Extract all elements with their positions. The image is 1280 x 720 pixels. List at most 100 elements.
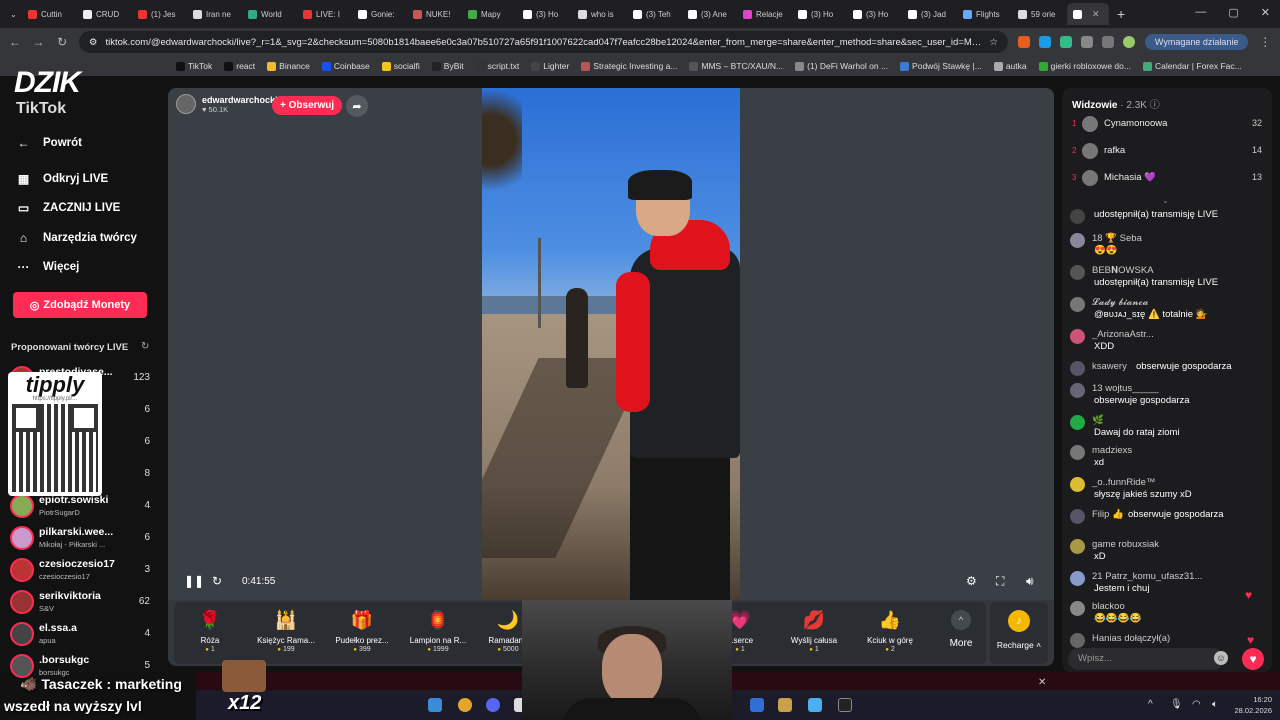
gift-item[interactable]: 👍 Kciuk w górę2 bbox=[854, 608, 926, 660]
refresh-icon[interactable]: ↻ bbox=[141, 341, 149, 352]
bookmark-item[interactable]: autka bbox=[993, 61, 1027, 71]
browser-tab[interactable]: World bbox=[242, 3, 297, 25]
suggested-creator[interactable]: czesioczesio17 czesioczesio17 3 bbox=[10, 556, 156, 584]
top-viewer-row[interactable]: 3 Michasia 💜 13 bbox=[1070, 170, 1264, 190]
browser-tab[interactable]: who is bbox=[572, 3, 627, 25]
settings-gear-icon[interactable]: ⚙ bbox=[966, 574, 977, 588]
chat-username[interactable]: 𝓛𝓪𝓭𝔂 𝓫𝓲𝓪𝓷𝓬𝓪 bbox=[1092, 297, 1148, 308]
microphone-icon[interactable]: 🎙︎ bbox=[1170, 699, 1183, 710]
chat-input[interactable]: Wpisz... bbox=[1068, 648, 1224, 670]
tab-list-button[interactable]: ⌄ bbox=[4, 3, 22, 25]
browser-tab[interactable]: (1) Jes bbox=[132, 3, 187, 25]
bookmark-item[interactable]: socialfi bbox=[381, 61, 420, 71]
browser-tab[interactable]: CRUD bbox=[77, 3, 132, 25]
url-text[interactable]: tiktok.com/@edwardwarchocki/live?_r=1&_s… bbox=[105, 37, 981, 48]
bookmark-item[interactable]: (1) DeFi Warhol on ... bbox=[795, 61, 888, 71]
bookmark-item[interactable]: gierki robloxowe do... bbox=[1038, 61, 1131, 71]
chat-username[interactable]: BEB𝐍OWSKA bbox=[1092, 265, 1154, 276]
bookmark-item[interactable]: ByBit bbox=[431, 61, 464, 71]
bookmark-item[interactable]: Coinbase bbox=[321, 61, 370, 71]
browser-tab[interactable]: Flights bbox=[957, 3, 1012, 25]
puzzle-icon[interactable] bbox=[1080, 36, 1093, 48]
clock[interactable]: 16:20 28.02.2026 bbox=[1234, 694, 1272, 716]
nav-item-creator-tools[interactable]: ⌂ Narzędzia twórcy bbox=[16, 231, 137, 245]
share-icon[interactable]: ➦ bbox=[346, 95, 368, 117]
required-action-button[interactable]: Wymagane działanie bbox=[1144, 34, 1249, 50]
browser-tab[interactable]: (3) Ane bbox=[682, 3, 737, 25]
bookmark-item[interactable]: Binance bbox=[267, 61, 310, 71]
refresh-stream-icon[interactable]: ↻ bbox=[212, 574, 222, 588]
recharge-button[interactable]: ♪ Recharge ˄ bbox=[990, 602, 1048, 664]
browser-tab[interactable]: Gonie: bbox=[352, 3, 407, 25]
chat-username[interactable]: Filip 👍 bbox=[1092, 509, 1124, 520]
top-viewer-row[interactable]: 2 rafka 14 bbox=[1070, 143, 1264, 163]
windows-start-icon[interactable] bbox=[428, 698, 442, 712]
gift-item[interactable]: 🏮 Lampion na R...1999 bbox=[402, 608, 474, 660]
pause-icon[interactable]: ❚❚ bbox=[184, 574, 204, 588]
viewers-heading[interactable]: Widzowie · 2.3K ⓘ bbox=[1072, 96, 1160, 111]
chat-username[interactable]: _o..funnRide™ bbox=[1092, 477, 1155, 488]
chat-username[interactable]: 🌿 bbox=[1092, 415, 1104, 426]
forward-arrow-icon[interactable]: → bbox=[32, 35, 46, 49]
chat-username[interactable]: 21 Patrz_komu_ufasz31... bbox=[1092, 571, 1202, 582]
browser-tab[interactable]: (3) Teh bbox=[627, 3, 682, 25]
notepad-icon[interactable] bbox=[808, 698, 822, 712]
more-gifts-button[interactable]: ^ More bbox=[936, 610, 986, 649]
browser-tab[interactable]: (3) Ho bbox=[847, 3, 902, 25]
browser-tab[interactable]: (3) Ho bbox=[792, 3, 847, 25]
bookmark-item[interactable]: script.txt bbox=[475, 61, 519, 71]
get-coins-button[interactable]: ◎ Zdobądź Monety bbox=[13, 292, 147, 318]
browser-tab[interactable]: Mapy bbox=[462, 3, 517, 25]
host-avatar[interactable] bbox=[176, 94, 196, 114]
chat-username[interactable]: Hanias dołączył(a) bbox=[1092, 633, 1170, 644]
nav-item-discover-live[interactable]: ▦ Odkryj LIVE bbox=[16, 172, 108, 186]
site-info-icon[interactable]: ⚙ bbox=[89, 37, 98, 48]
extension-icon[interactable] bbox=[1059, 36, 1072, 48]
info-icon[interactable]: ⓘ bbox=[1150, 100, 1160, 111]
extension-icon[interactable] bbox=[1017, 36, 1030, 48]
gift-item[interactable]: 🎁 Pudełko prez...399 bbox=[326, 608, 398, 660]
suggested-creator[interactable]: epiotr.sowiski PiotrSugarD 4 bbox=[10, 492, 156, 520]
chat-username[interactable]: _ArizonaAstr... bbox=[1092, 329, 1154, 340]
terminal-icon[interactable] bbox=[838, 698, 852, 712]
bookmark-item[interactable]: Calendar | Forex Fac... bbox=[1142, 61, 1242, 71]
chat-username[interactable]: 18 🏆 Seba bbox=[1092, 233, 1142, 244]
host-info[interactable]: edwardwarchocki ♥ 50.1K bbox=[176, 94, 278, 114]
app-icon[interactable] bbox=[778, 698, 792, 712]
browser-tab[interactable]: Iran ne bbox=[187, 3, 242, 25]
bookmark-item[interactable]: Podwój Stawkę |... bbox=[900, 61, 982, 71]
suggested-creator[interactable]: pilkarski.wee... Mikołaj - Piłkarski ... 6 bbox=[10, 524, 156, 552]
chat-username[interactable]: blackoo bbox=[1092, 601, 1125, 612]
browser-tab[interactable]: NUKE! bbox=[407, 3, 462, 25]
browser-tab[interactable]: LIVE: I bbox=[297, 3, 352, 25]
chat-username[interactable]: game robuxsiak bbox=[1092, 539, 1159, 550]
follow-button[interactable]: + Obserwuj bbox=[272, 96, 343, 115]
tiktok-logo[interactable]: TikTok bbox=[16, 100, 66, 118]
chat-username[interactable]: madziexs bbox=[1092, 445, 1132, 456]
profile-icon[interactable] bbox=[1122, 36, 1135, 48]
bookmark-item[interactable]: MMS – BTC/XAU/N... bbox=[689, 61, 783, 71]
minimize-icon[interactable]: — bbox=[1195, 6, 1206, 19]
browser-tab[interactable]: 59 orie bbox=[1012, 3, 1067, 25]
browser-tab[interactable]: Relacje bbox=[737, 3, 792, 25]
chat-username[interactable]: ksawery bbox=[1092, 361, 1127, 372]
browser-tab[interactable]: (3) Ho bbox=[517, 3, 572, 25]
fullscreen-icon[interactable]: ⛶ bbox=[996, 574, 1004, 589]
browser-tab[interactable]: ✕ bbox=[1067, 3, 1109, 25]
host-name[interactable]: edwardwarchocki bbox=[202, 95, 278, 105]
collapse-chevron-icon[interactable]: ⌄ bbox=[1162, 196, 1169, 205]
gift-item[interactable]: 🕌 Księżyc Rama...199 bbox=[250, 608, 322, 660]
gift-item[interactable]: 🌹 Róża1 bbox=[174, 608, 246, 660]
suggested-creator[interactable]: el.ssa.a apua 4 bbox=[10, 620, 156, 648]
browser-tab[interactable]: Cuttin bbox=[22, 3, 77, 25]
top-viewer-row[interactable]: 1 Cynamonoowa 32 bbox=[1070, 116, 1264, 136]
back-link[interactable]: ← Powrót bbox=[16, 136, 82, 150]
chrome-icon[interactable] bbox=[458, 698, 472, 712]
close-tab-icon[interactable]: ✕ bbox=[1092, 9, 1100, 20]
chat-username[interactable]: 13 wojtus_____ bbox=[1092, 383, 1159, 394]
gift-item[interactable]: 💋 Wyślij całusa1 bbox=[778, 608, 850, 660]
back-arrow-icon[interactable]: ← bbox=[8, 35, 22, 49]
like-heart-button[interactable]: ♥ bbox=[1242, 648, 1264, 670]
omnibox[interactable]: ⚙ tiktok.com/@edwardwarchocki/live?_r=1&… bbox=[78, 31, 1008, 53]
menu-dots-icon[interactable]: ⋮ bbox=[1258, 35, 1272, 49]
